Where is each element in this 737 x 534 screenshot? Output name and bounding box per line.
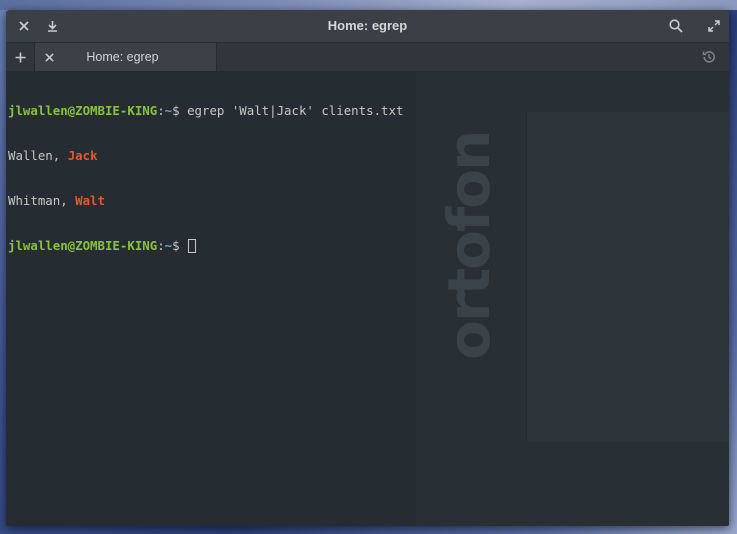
prompt-separator: : (157, 238, 165, 253)
search-icon (669, 19, 683, 33)
history-button[interactable] (697, 43, 721, 71)
maximize-button[interactable] (700, 10, 728, 42)
terminal-window: Home: egrep Home: egrep ortofon jlwallen… (6, 10, 729, 526)
close-icon (19, 21, 29, 31)
output-line: Whitman, Walt (8, 193, 403, 208)
prompt-line: jlwallen@ZOMBIE-KING:~$ egrep 'Walt|Jack… (8, 103, 403, 118)
command-text (180, 238, 187, 253)
match-highlight: Jack (67, 148, 98, 163)
prompt-user-host: jlwallen@ZOMBIE-KING (8, 103, 158, 118)
prompt-dollar: $ (172, 103, 180, 118)
prompt-line: jlwallen@ZOMBIE-KING:~$ (8, 238, 403, 253)
close-icon (44, 52, 54, 62)
new-tab-button[interactable] (6, 43, 35, 71)
close-window-button[interactable] (10, 10, 38, 42)
output-line: Wallen, Jack (8, 148, 403, 163)
tab-home-egrep[interactable]: Home: egrep (35, 43, 217, 71)
background-panel (526, 112, 729, 442)
terminal-cursor (188, 239, 197, 253)
download-button[interactable] (38, 10, 66, 42)
output-prefix: Wallen, (8, 148, 68, 163)
tab-bar: Home: egrep (6, 43, 729, 72)
titlebar: Home: egrep (6, 10, 729, 43)
ortofon-logo-watermark: ortofon (435, 132, 503, 360)
tab-close-button[interactable] (37, 43, 61, 71)
command-text: egrep 'Walt|Jack' clients.txt (179, 103, 404, 118)
history-icon (702, 51, 715, 63)
download-icon (47, 21, 57, 32)
maximize-icon (708, 20, 720, 32)
prompt-separator: : (157, 103, 165, 118)
terminal-output[interactable]: ortofon jlwallen@ZOMBIE-KING:~$ egrep 'W… (6, 72, 729, 526)
match-highlight: Walt (75, 193, 105, 208)
window-title: Home: egrep (327, 18, 408, 33)
search-button[interactable] (662, 10, 690, 42)
terminal-lines: jlwallen@ZOMBIE-KING:~$ egrep 'Walt|Jack… (8, 73, 403, 283)
prompt-user-host: jlwallen@ZOMBIE-KING (8, 238, 158, 253)
desktop-background (0, 0, 737, 10)
tab-label: Home: egrep (86, 50, 159, 64)
plus-icon (15, 52, 25, 62)
output-prefix: Whitman, (8, 193, 76, 208)
svg-text:ortofon: ortofon (435, 132, 503, 360)
prompt-dollar: $ (172, 238, 180, 253)
